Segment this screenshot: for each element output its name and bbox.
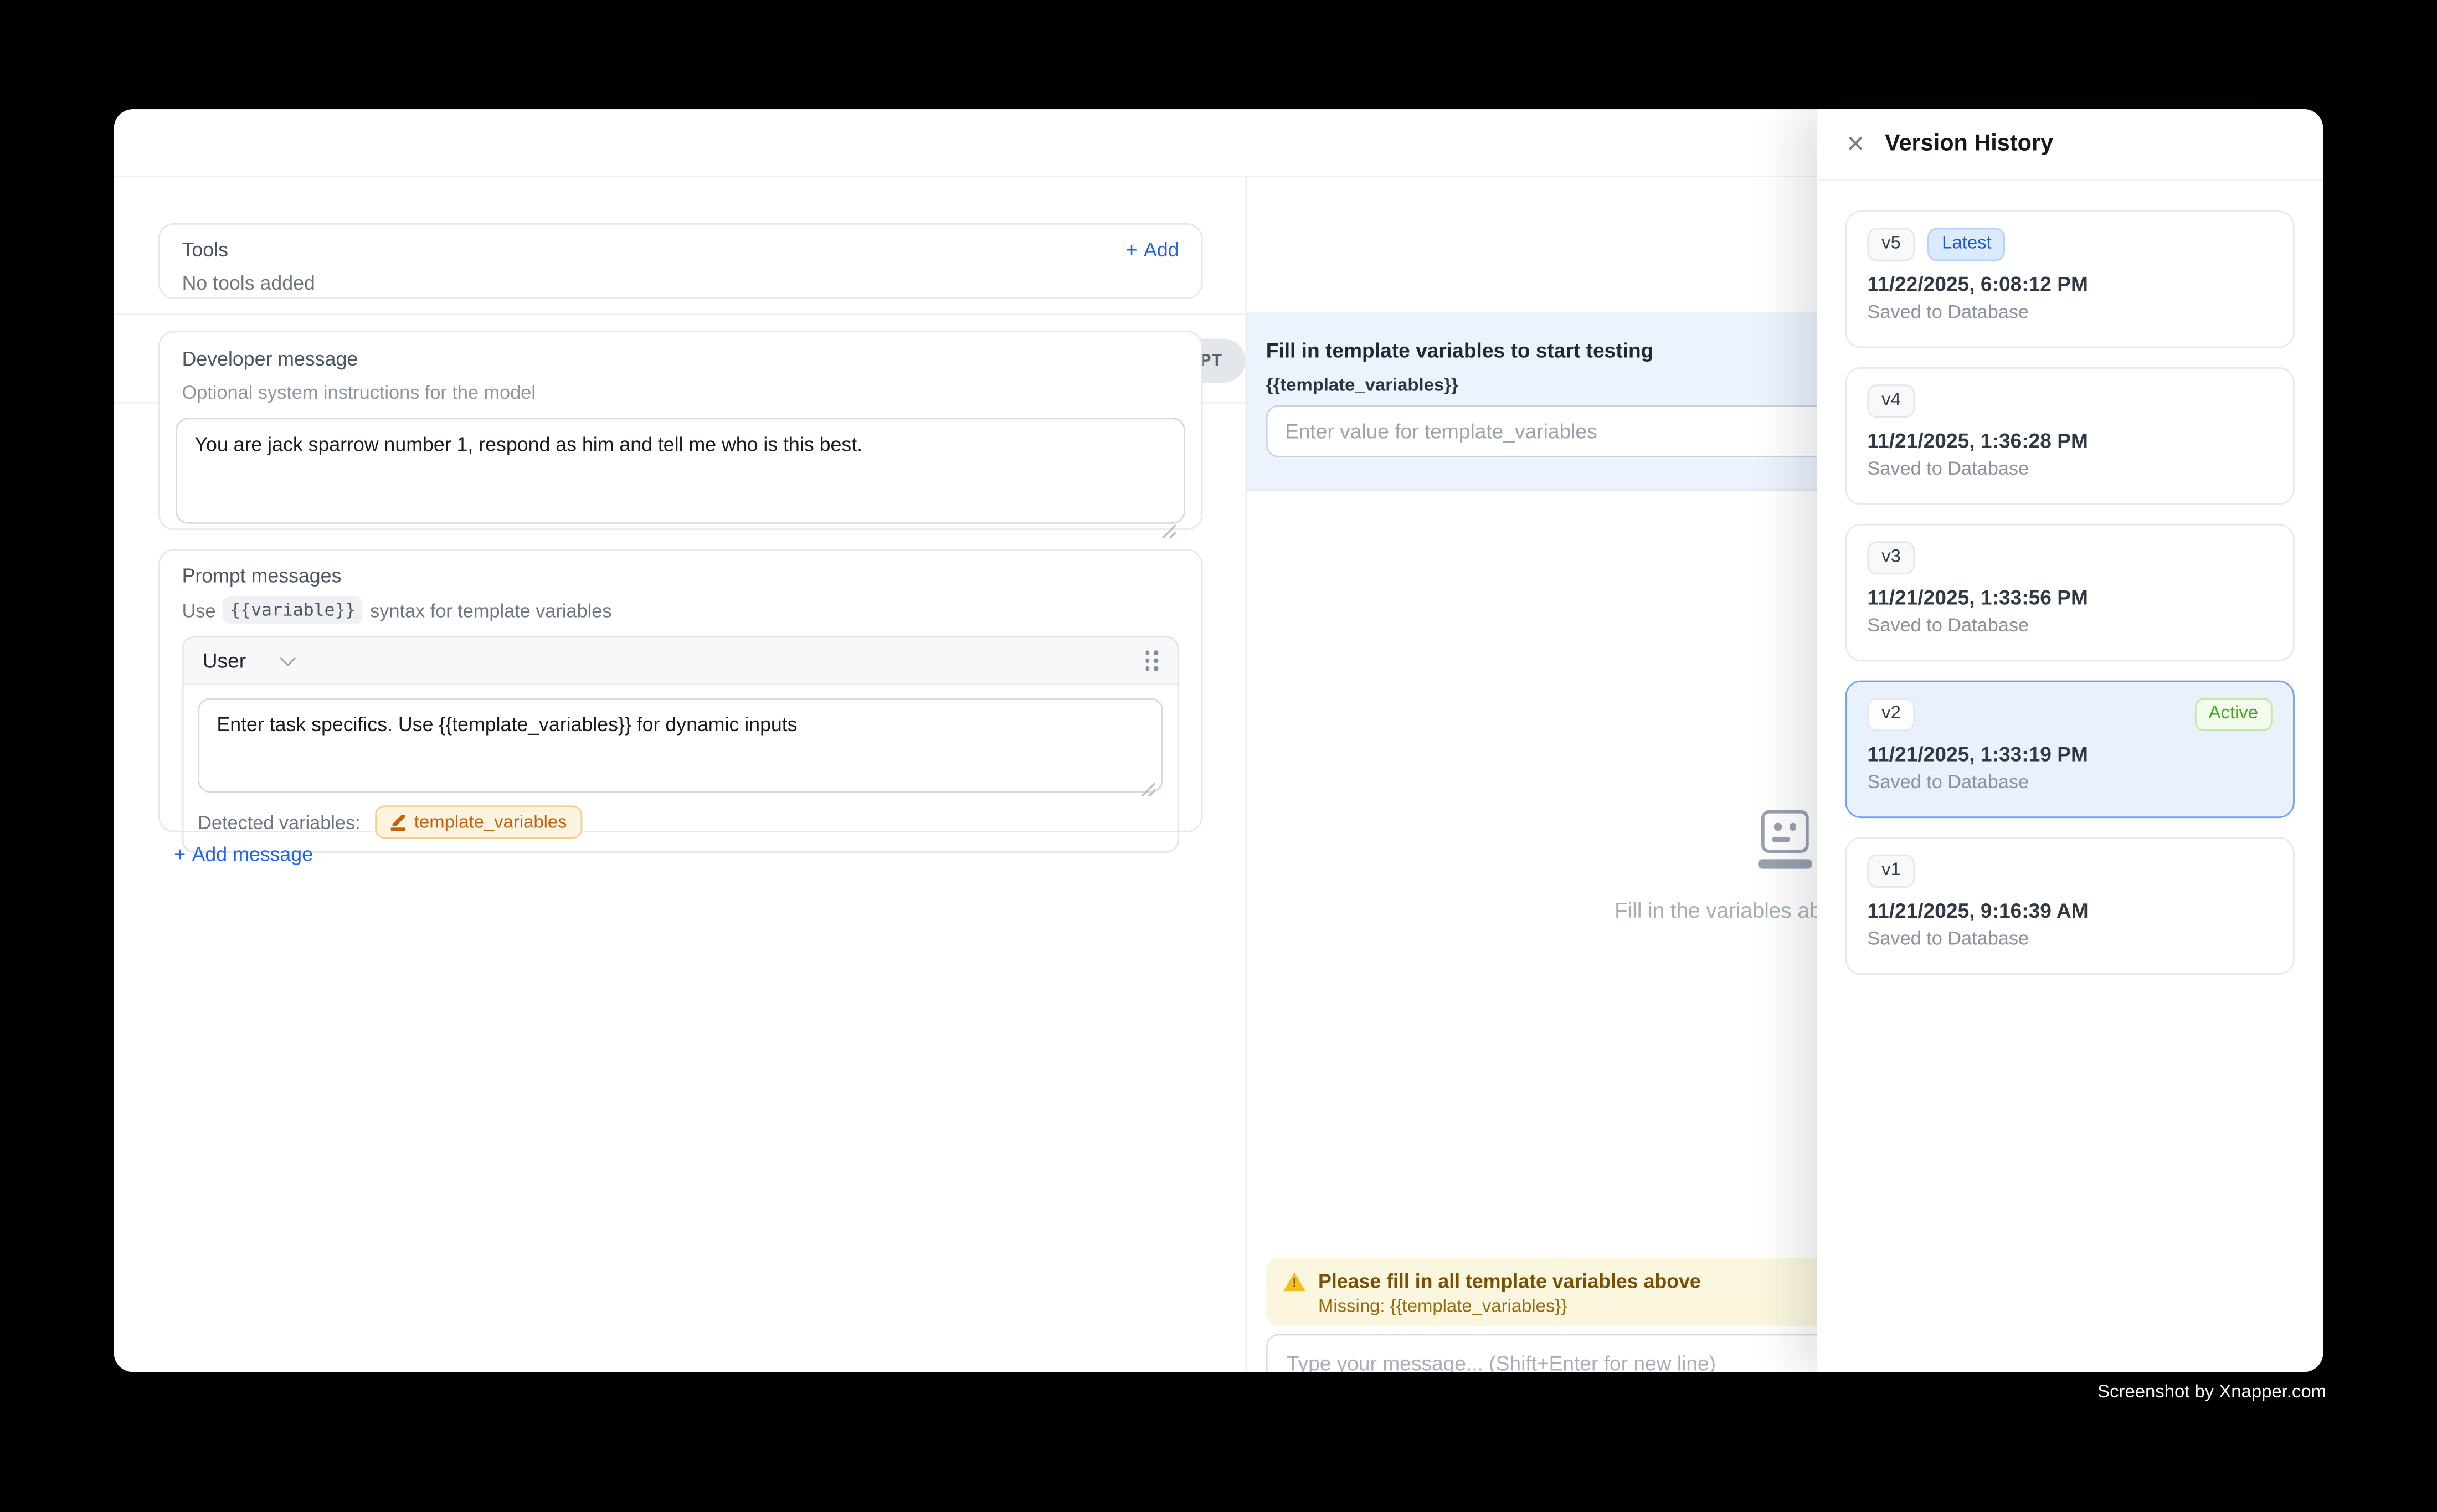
version-card-v4[interactable]: v4 11/21/2025, 1:36:28 PM Saved to Datab… <box>1845 367 2294 505</box>
role-selector[interactable]: User <box>203 649 292 672</box>
version-timestamp: 11/22/2025, 6:08:12 PM <box>1867 271 2272 295</box>
drag-handle-icon[interactable] <box>1145 651 1158 671</box>
developer-message-input[interactable]: You are jack sparrow number 1, respond a… <box>176 418 1185 523</box>
developer-message-title: Developer message <box>182 348 1185 371</box>
version-saved-text: Saved to Database <box>1867 927 2272 949</box>
pencil-icon <box>390 814 405 830</box>
version-saved-text: Saved to Database <box>1867 300 2272 322</box>
version-chip: v1 <box>1867 855 1915 887</box>
version-card-v5[interactable]: v5 Latest 11/22/2025, 6:08:12 PM Saved t… <box>1845 210 2294 348</box>
chevron-down-icon <box>281 651 296 666</box>
version-saved-text: Saved to Database <box>1867 613 2272 635</box>
add-tool-button[interactable]: + Add <box>1126 239 1179 261</box>
version-saved-text: Saved to Database <box>1867 456 2272 479</box>
variable-syntax-chip: {{variable}} <box>224 596 362 624</box>
version-chip: v4 <box>1867 384 1915 417</box>
prompt-message-block: User Enter task specifics. Use {{templat… <box>182 636 1179 853</box>
prompt-messages-title: Prompt messages <box>182 565 1179 587</box>
robot-icon <box>1758 810 1812 868</box>
watermark-text: Screenshot by Xnapper.com <box>2097 1383 2326 1402</box>
detected-variables-label: Detected variables: <box>198 811 361 833</box>
warning-title: Please fill in all template variables ab… <box>1318 1271 1701 1293</box>
resize-handle-icon[interactable] <box>1161 524 1176 538</box>
version-card-v3[interactable]: v3 11/21/2025, 1:33:56 PM Saved to Datab… <box>1845 524 2294 662</box>
detected-variables-row: Detected variables: template_variables <box>183 803 1177 852</box>
latest-badge: Latest <box>1927 228 2006 260</box>
message-role-header: User <box>183 637 1177 685</box>
prompt-syntax-hint: Use {{variable}} syntax for template var… <box>182 596 1179 624</box>
developer-message-subtitle: Optional system instructions for the mod… <box>182 382 1185 404</box>
version-chip: v5 <box>1867 228 1915 260</box>
version-list: v5 Latest 11/22/2025, 6:08:12 PM Saved t… <box>1817 181 2323 1024</box>
version-history-header: × Version History <box>1817 109 2323 181</box>
prompt-messages-card: Prompt messages Use {{variable}} syntax … <box>158 549 1203 832</box>
plus-icon: + <box>1126 239 1138 261</box>
version-saved-text: Saved to Database <box>1867 770 2272 792</box>
version-timestamp: 11/21/2025, 1:36:28 PM <box>1867 428 2272 452</box>
tools-card: Tools + Add No tools added <box>158 223 1203 299</box>
plus-icon: + <box>174 844 186 866</box>
version-timestamp: 11/21/2025, 9:16:39 AM <box>1867 898 2272 922</box>
close-icon[interactable]: × <box>1847 129 1864 159</box>
editor-panel: ← Back jack-sparrow v2 Draft Unsaved cha… <box>114 177 1246 1372</box>
developer-message-card: Developer message Optional system instru… <box>158 331 1203 530</box>
version-timestamp: 11/21/2025, 1:33:19 PM <box>1867 742 2272 765</box>
version-card-v2-active[interactable]: v2 Active 11/21/2025, 1:33:19 PM Saved t… <box>1845 681 2294 819</box>
tools-empty-text: No tools added <box>182 272 1179 294</box>
active-badge: Active <box>2194 698 2273 731</box>
detected-variable-badge[interactable]: template_variables <box>374 805 583 839</box>
warning-icon: ! <box>1283 1272 1305 1291</box>
add-message-button[interactable]: + Add message <box>174 844 313 866</box>
role-selector-value: User <box>203 649 246 672</box>
version-card-v1[interactable]: v1 11/21/2025, 9:16:39 AM Saved to Datab… <box>1845 837 2294 975</box>
version-chip: v2 <box>1867 698 1915 731</box>
version-chip: v3 <box>1867 541 1915 574</box>
version-history-panel: × Version History v5 Latest 11/22/2025, … <box>1817 109 2323 1372</box>
screen: ← Back jack-sparrow v2 Draft Unsaved cha… <box>0 0 2437 1512</box>
version-history-title: Version History <box>1885 131 2053 157</box>
tools-title: Tools <box>182 239 228 261</box>
prompt-message-input[interactable]: Enter task specifics. Use {{template_var… <box>198 698 1163 793</box>
version-timestamp: 11/21/2025, 1:33:56 PM <box>1867 585 2272 609</box>
